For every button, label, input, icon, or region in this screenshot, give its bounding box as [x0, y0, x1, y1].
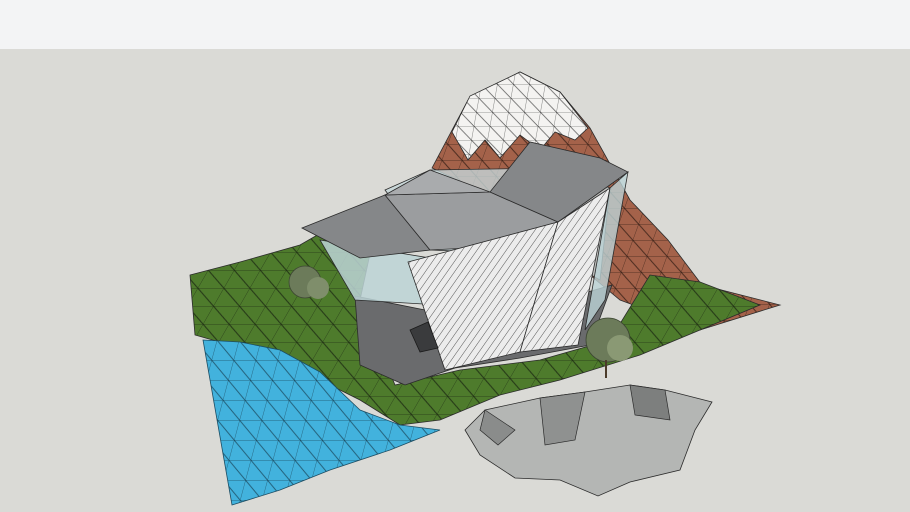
rock-facet-dark-2 — [629, 384, 671, 421]
model-scene[interactable] — [0, 0, 910, 512]
3d-model-viewport[interactable] — [0, 0, 910, 512]
gray-rock-formation[interactable] — [464, 384, 713, 497]
